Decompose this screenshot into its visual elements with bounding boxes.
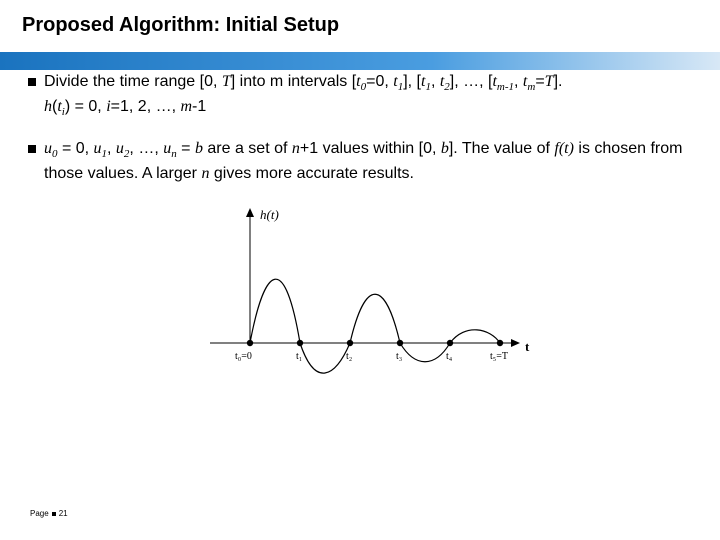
bullet-square-icon xyxy=(28,145,36,153)
bullet-2: u0 = 0, u1, u2, …, un = b are a set of n… xyxy=(28,138,692,185)
plot-svg: h(t) t t₀=0 t₁ t₂ t₃ t₄ t₅=T xyxy=(180,203,540,393)
bullet-2-text: u0 = 0, u1, u2, …, un = b are a set of n… xyxy=(44,138,692,185)
bullet-1: Divide the time range [0, T] into m inte… xyxy=(28,71,692,120)
figure-ht-plot: h(t) t t₀=0 t₁ t₂ t₃ t₄ t₅=T xyxy=(28,203,692,398)
footer-page-label: Page xyxy=(30,509,49,518)
tick-2: t₂ xyxy=(346,351,352,362)
ylabel: h(t) xyxy=(260,207,279,222)
tick-5: t₅=T xyxy=(490,351,508,362)
tick-0: t₀=0 xyxy=(235,351,252,362)
bullet-square-icon xyxy=(28,78,36,86)
xlabel: t xyxy=(525,339,530,354)
tick-1: t₁ xyxy=(296,351,302,362)
page-title: Proposed Algorithm: Initial Setup xyxy=(22,14,698,37)
footer-page-number: 21 xyxy=(59,509,68,518)
tick-4: t₄ xyxy=(446,351,453,362)
tick-3: t₃ xyxy=(396,351,402,362)
content-area: Divide the time range [0, T] into m inte… xyxy=(0,45,720,398)
page-footer: Page 21 xyxy=(30,509,68,518)
bullet-1-text: Divide the time range [0, T] into m inte… xyxy=(44,71,692,120)
footer-separator-icon xyxy=(52,512,56,516)
